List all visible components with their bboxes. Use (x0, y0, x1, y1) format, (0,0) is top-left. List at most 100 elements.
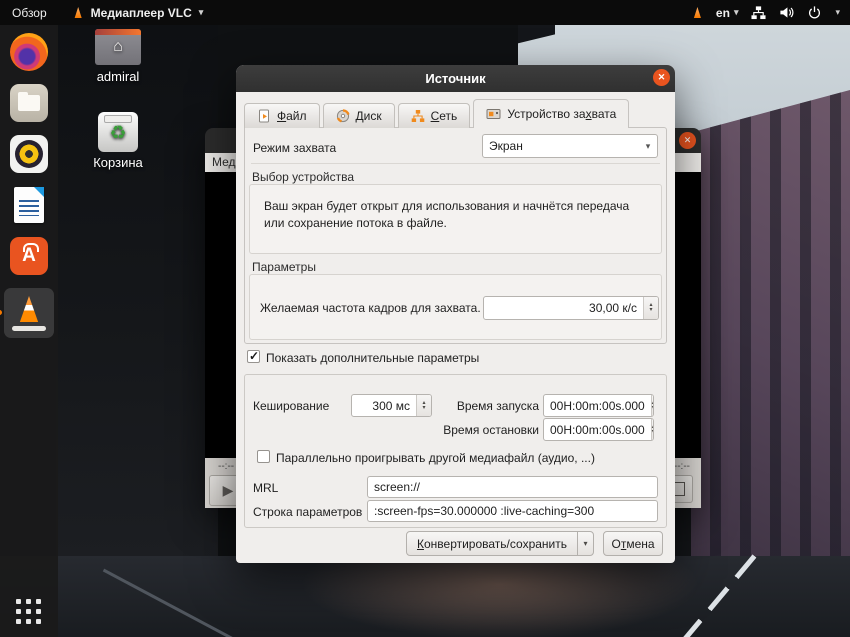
chevron-down-icon: ▾ (734, 7, 739, 18)
edit-options-label: Строка параметров (253, 505, 362, 519)
chevron-down-icon: ▾ (583, 539, 587, 548)
vlc-tray-icon[interactable] (692, 7, 703, 18)
caching-label: Кеширование (253, 399, 329, 413)
play-icon: ▶ (223, 482, 234, 499)
device-selection-text: Ваш экран будет открыт для использования… (250, 185, 650, 232)
spin-down-icon: ▾ (652, 430, 654, 435)
dock: A (0, 25, 58, 637)
stop-time-field[interactable]: 00H:00m:00s.000 ▴▾ (543, 418, 654, 441)
options-box: Желаемая частота кадров для захвата. 30,… (249, 274, 662, 340)
files-icon[interactable] (10, 84, 48, 122)
stop-time-label: Время остановки (413, 423, 539, 437)
stop-time-value: 00H:00m:00s.000 (544, 423, 651, 437)
keyboard-layout-indicator[interactable]: en ▾ (716, 6, 739, 20)
file-icon (257, 109, 271, 123)
advanced-options-box: Кеширование 300 мс ▴▾ Время запуска 00H:… (244, 374, 667, 528)
recycle-icon: ♻ (98, 124, 138, 143)
show-more-options-checkbox[interactable]: ✓ (247, 350, 260, 363)
convert-save-dropdown-button[interactable]: ▾ (577, 531, 594, 556)
spin-down-icon: ▾ (652, 406, 654, 411)
vlc-icon[interactable] (4, 288, 54, 338)
chevron-down-icon[interactable]: ▾ (835, 7, 840, 18)
ubuntu-software-icon[interactable]: A (10, 237, 48, 275)
activities-button[interactable]: Обзор (12, 6, 47, 20)
vlc-cone-icon (17, 296, 41, 322)
vlc-cone-icon (73, 7, 84, 18)
start-time-value: 00H:00m:00s.000 (544, 399, 651, 413)
dialog-titlebar[interactable]: Источник ✕ (236, 65, 675, 92)
wallpaper-building-right (691, 90, 850, 562)
desktop-icon-trash[interactable]: ♻ Корзина (85, 112, 151, 170)
capture-mode-label: Режим захвата (253, 141, 336, 155)
desktop-icon-trash-label: Корзина (85, 155, 151, 170)
edit-options-value: :screen-fps=30.000000 :live-caching=300 (368, 504, 657, 518)
mrl-value: screen:// (368, 480, 657, 494)
tab-disc[interactable]: Диск (323, 103, 395, 128)
separator (251, 163, 660, 164)
options-title: Параметры (252, 260, 316, 274)
network-icon (411, 109, 425, 123)
firefox-icon[interactable] (10, 33, 48, 71)
play-other-media-label: Параллельно проигрывать другой медиафайл… (276, 451, 595, 465)
network-icon[interactable] (751, 5, 766, 20)
chevron-down-icon: ▾ (639, 141, 657, 152)
device-selection-title: Выбор устройства (252, 170, 354, 184)
cancel-button[interactable]: Отмена (603, 531, 663, 556)
caching-value: 300 мс (352, 399, 416, 413)
top-bar: Обзор Медиаплеер VLC ▾ en ▾ (0, 0, 850, 25)
tab-network-label: Сеть (431, 109, 458, 123)
show-applications-icon[interactable] (16, 599, 42, 625)
elapsed-time: --:-- (218, 461, 234, 472)
total-time: --:-- (674, 461, 690, 472)
tab-capture-device[interactable]: Устройство захвата (473, 99, 629, 128)
desktop-icon-home[interactable]: ⌂ admiral (85, 29, 151, 84)
capture-mode-value: Экран (483, 139, 639, 153)
device-selection-box: Ваш экран будет открыт для использования… (249, 184, 662, 254)
spinner-buttons[interactable]: ▴▾ (651, 395, 654, 416)
mrl-input[interactable]: screen:// (367, 476, 658, 498)
start-time-field[interactable]: 00H:00m:00s.000 ▴▾ (543, 394, 654, 417)
tab-file-label: Файл (277, 109, 307, 123)
mrl-label: MRL (253, 481, 278, 495)
capture-tab-panel: Режим захвата Экран ▾ Выбор устройства В… (244, 127, 667, 344)
dialog-buttons: Конвертировать/сохранить ▾ Отмена (406, 531, 663, 556)
fps-value: 30,00 к/с (484, 301, 643, 315)
wallpaper-road-glow (300, 560, 700, 637)
volume-icon[interactable] (779, 5, 794, 20)
menu-media-fragment[interactable]: Мед (212, 155, 236, 169)
capture-mode-combobox[interactable]: Экран ▾ (482, 134, 658, 158)
dialog-title: Источник (425, 71, 485, 86)
fps-spinbox[interactable]: 30,00 к/с ▴▾ (483, 296, 659, 320)
checkmark-icon: ✓ (249, 349, 259, 363)
tab-capture-device-label: Устройство захвата (507, 107, 616, 121)
close-icon[interactable]: ✕ (679, 132, 696, 149)
capture-device-icon (486, 107, 501, 121)
open-media-dialog: Источник ✕ Файл Диск (236, 65, 675, 563)
caching-spinbox[interactable]: 300 мс ▴▾ (351, 394, 432, 417)
trash-can-icon: ♻ (98, 112, 138, 152)
convert-save-button[interactable]: Конвертировать/сохранить (406, 531, 578, 556)
house-icon: ⌂ (95, 39, 141, 55)
tab-bar: Файл Диск Сеть (244, 99, 632, 128)
desktop-icon-home-label: admiral (85, 69, 151, 84)
spinner-buttons[interactable]: ▴▾ (651, 419, 654, 440)
tab-disc-label: Диск (356, 109, 382, 123)
start-time-label: Время запуска (423, 399, 539, 413)
play-other-media-checkbox[interactable] (257, 450, 270, 463)
dialog-body: Файл Диск Сеть (236, 92, 675, 563)
tab-file[interactable]: Файл (244, 103, 320, 128)
spinner-buttons[interactable]: ▴▾ (643, 297, 658, 319)
rhythmbox-icon[interactable] (10, 135, 48, 173)
chevron-down-icon: ▾ (199, 7, 204, 18)
tab-network[interactable]: Сеть (398, 103, 471, 128)
app-menu-button[interactable]: Медиаплеер VLC ▾ (73, 6, 204, 20)
disc-icon (336, 109, 350, 123)
close-icon[interactable]: ✕ (653, 69, 670, 86)
libreoffice-writer-icon[interactable] (14, 187, 44, 223)
power-icon[interactable] (807, 5, 822, 20)
edit-options-input[interactable]: :screen-fps=30.000000 :live-caching=300 (367, 500, 658, 522)
home-folder-icon: ⌂ (95, 29, 141, 65)
app-menu-title: Медиаплеер VLC (91, 6, 192, 20)
fps-label: Желаемая частота кадров для захвата. (260, 301, 481, 315)
wallpaper-building-left (56, 25, 218, 565)
